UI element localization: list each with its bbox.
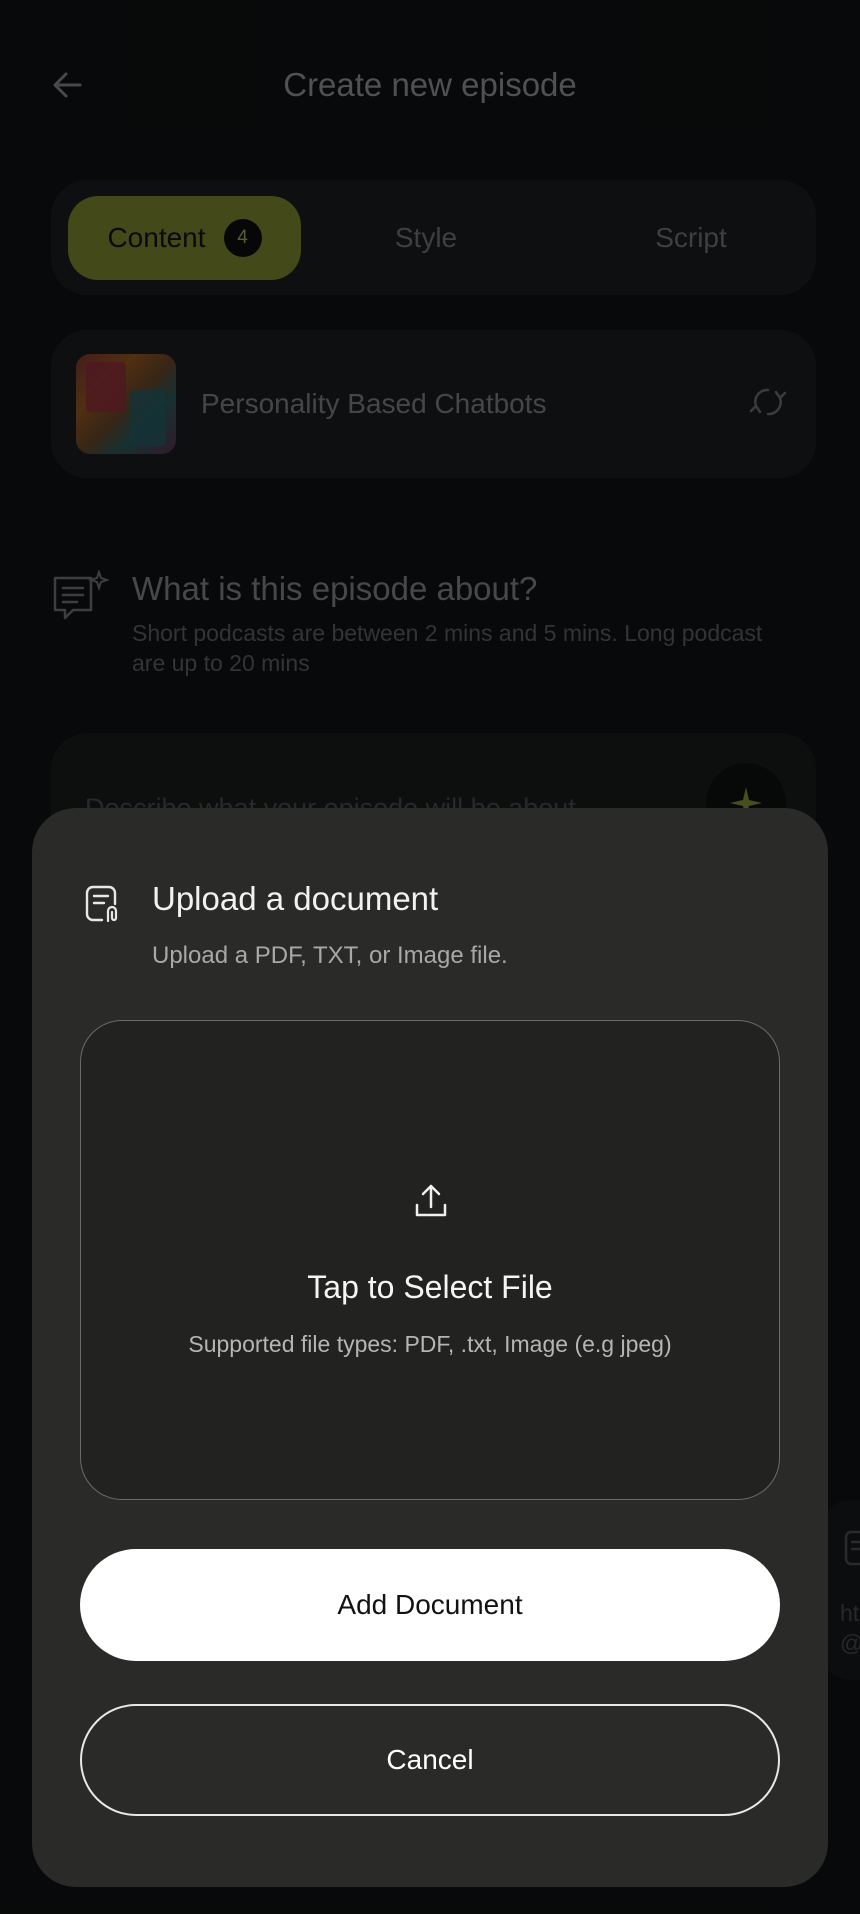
drop-zone-title: Tap to Select File [307, 1269, 553, 1305]
document-attachment-icon [85, 885, 118, 923]
add-document-button[interactable]: Add Document [80, 1549, 780, 1661]
upload-icon [415, 1184, 447, 1217]
drop-zone-subtitle: Supported file types: PDF, .txt, Image (… [188, 1331, 672, 1357]
file-drop-zone[interactable]: Tap to Select File Supported file types:… [80, 1020, 780, 1500]
sheet-subtitle: Upload a PDF, TXT, or Image file. [152, 942, 508, 969]
sheet-title: Upload a document [152, 880, 439, 917]
cancel-button[interactable]: Cancel [80, 1704, 780, 1816]
upload-document-sheet: Upload a document Upload a PDF, TXT, or … [32, 808, 828, 1887]
